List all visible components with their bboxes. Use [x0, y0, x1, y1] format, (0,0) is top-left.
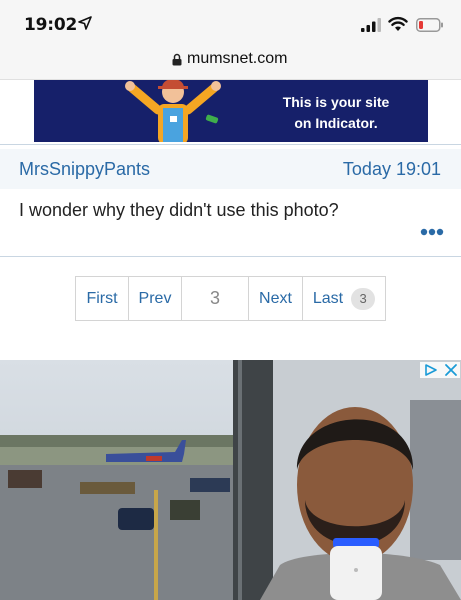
post-divider-bottom	[0, 256, 461, 257]
lock-icon	[172, 53, 182, 66]
address-bar[interactable]: mumsnet.com	[0, 44, 461, 80]
next-page-button[interactable]: Next	[249, 277, 303, 320]
prev-page-button[interactable]: Prev	[129, 277, 182, 320]
post-divider-top	[0, 144, 461, 145]
last-page-button[interactable]: Last 3	[303, 277, 385, 320]
ad-text-line-1: This is your site	[282, 94, 390, 110]
url-text[interactable]: mumsnet.com	[187, 50, 287, 68]
location-arrow-icon	[78, 16, 92, 30]
video-ad-image[interactable]	[0, 360, 461, 600]
status-bar: 19:02	[0, 0, 461, 44]
ad-text-line-2: on Indicator.	[294, 115, 378, 131]
pagination: First Prev 3 Next Last 3	[75, 276, 386, 321]
post-header: MrsSnippyPants Today 19:01	[0, 149, 461, 189]
post-timestamp-link[interactable]: Today 19:01	[343, 159, 441, 180]
ad-mascot-illustration	[125, 80, 221, 142]
total-pages-badge: 3	[351, 287, 376, 310]
ad-banner[interactable]: This is your site on Indicator.	[34, 80, 428, 142]
ad-text: This is your site on Indicator.	[256, 92, 416, 134]
current-page-number: 3	[182, 277, 249, 320]
post-body-text: I wonder why they didn't use this photo?	[19, 200, 339, 220]
more-options-icon[interactable]	[420, 228, 444, 236]
cellular-signal-icon	[361, 18, 381, 32]
wifi-icon	[388, 16, 408, 31]
last-page-label: Last	[312, 289, 344, 307]
adchoices-icon[interactable]	[420, 362, 460, 378]
status-time: 19:02	[24, 15, 78, 35]
first-page-button[interactable]: First	[76, 277, 129, 320]
low-battery-icon	[416, 18, 443, 32]
post-author-link[interactable]: MrsSnippyPants	[19, 159, 150, 180]
